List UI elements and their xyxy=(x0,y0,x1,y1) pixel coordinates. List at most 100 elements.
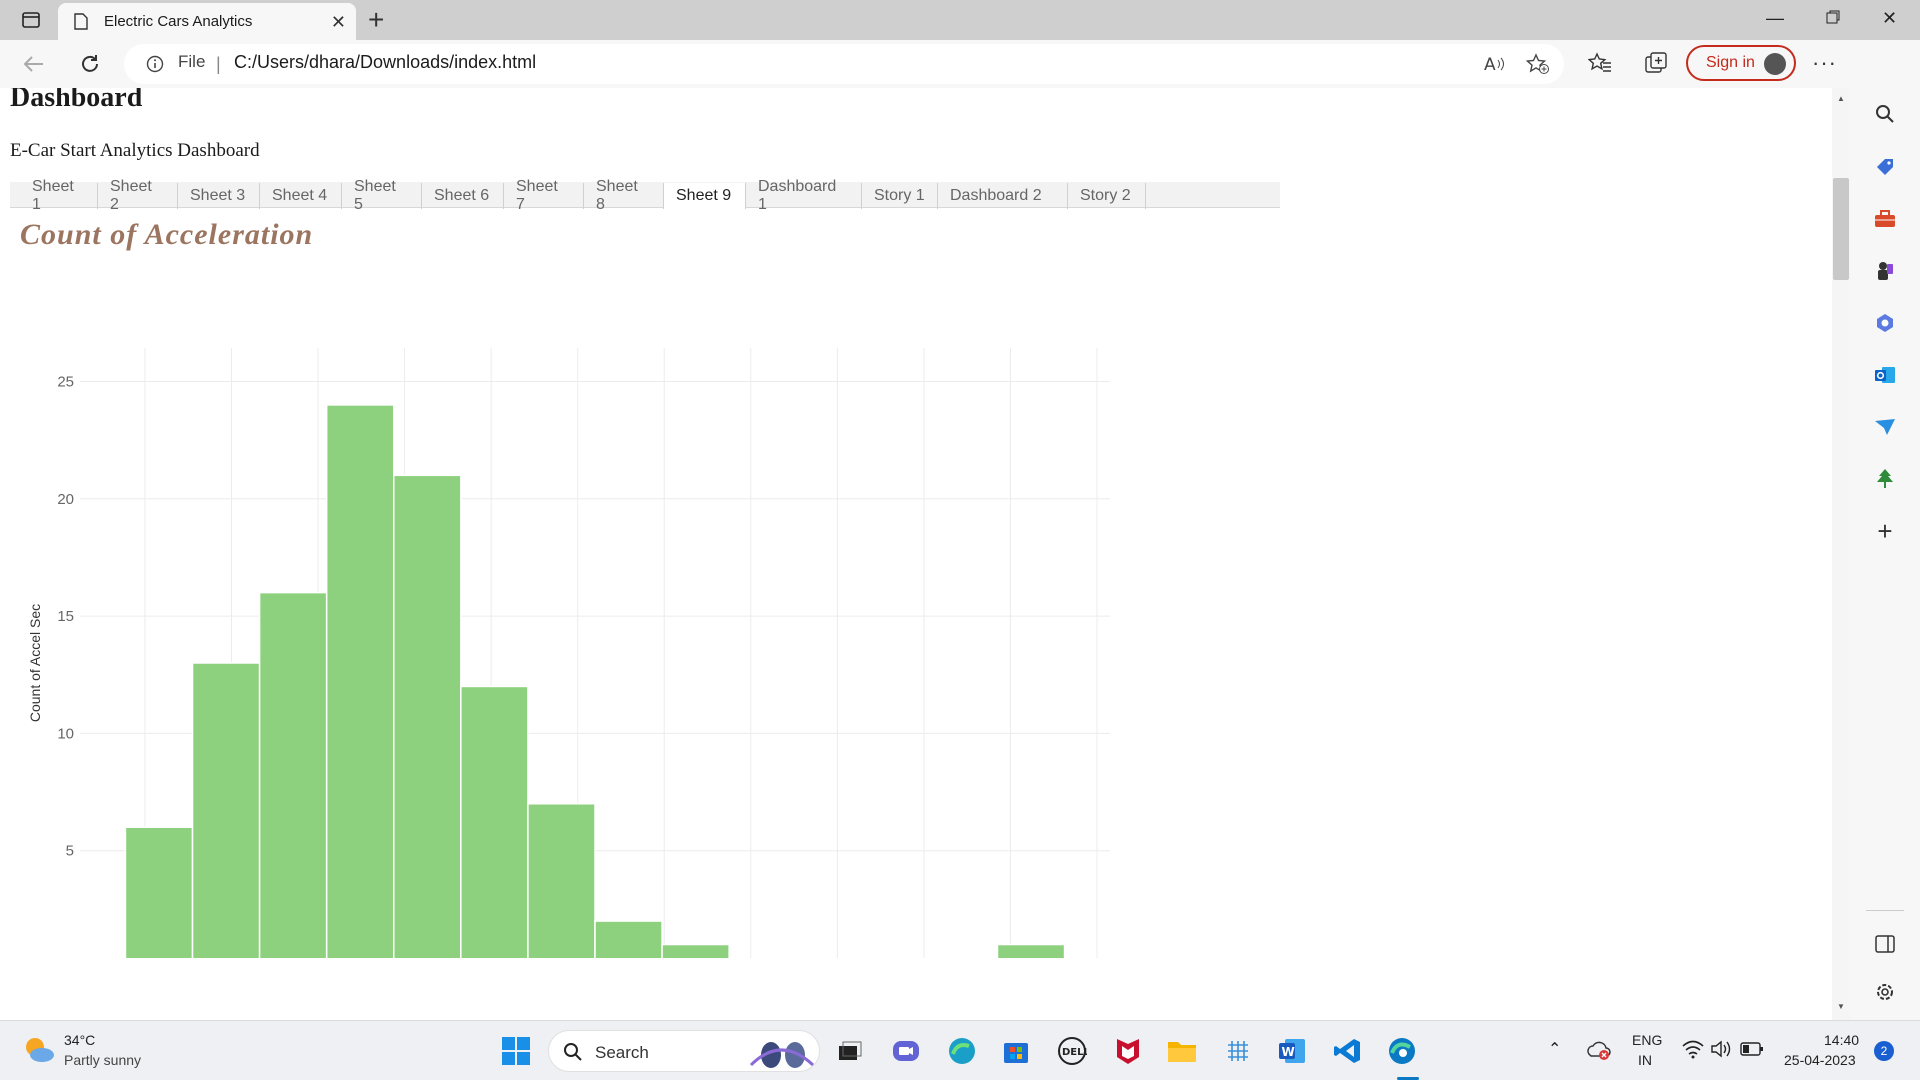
page-content: Dashboard E-Car Start Analytics Dashboar… xyxy=(0,88,1832,1020)
sheet-tab[interactable]: Story 2 xyxy=(1068,183,1146,209)
scroll-up-icon[interactable]: ▲ xyxy=(1837,94,1845,103)
teams-chat-icon[interactable] xyxy=(886,1031,926,1071)
weather-icon[interactable] xyxy=(22,1035,56,1070)
add-favorite-icon[interactable] xyxy=(1526,53,1550,75)
read-aloud-icon[interactable]: A xyxy=(1484,54,1506,74)
svg-text:DELL: DELL xyxy=(1062,1047,1087,1058)
sidebar-divider xyxy=(1866,910,1904,911)
sheet-tab[interactable]: Sheet 9 xyxy=(664,183,746,209)
new-tab-button[interactable]: + xyxy=(368,6,384,34)
histogram-bar xyxy=(124,826,194,958)
word-icon[interactable]: W xyxy=(1272,1031,1312,1071)
weather-desc[interactable]: Partly sunny xyxy=(64,1052,141,1068)
svg-text:W: W xyxy=(1282,1045,1295,1059)
close-window-icon[interactable]: ✕ xyxy=(1882,8,1897,29)
language-top[interactable]: ENG xyxy=(1632,1032,1662,1048)
page-icon xyxy=(74,13,88,30)
back-icon[interactable] xyxy=(20,50,48,78)
onedrive-icon[interactable] xyxy=(1586,1039,1612,1066)
chart-title: Count of Acceleration xyxy=(20,218,314,251)
edge-sidebar: + xyxy=(1850,40,1920,1020)
send-icon[interactable] xyxy=(1867,409,1903,445)
taskbar-search-icon xyxy=(564,1043,582,1061)
minimize-icon[interactable]: — xyxy=(1766,8,1784,29)
histogram-bar xyxy=(258,591,328,958)
shopping-icon[interactable] xyxy=(1867,149,1903,185)
histogram-chart: 051015202524681012141618202224Accel Sec … xyxy=(27,348,1110,958)
clock-time[interactable]: 14:40 xyxy=(1824,1032,1859,1048)
sheet-tab[interactable]: Sheet 4 xyxy=(260,183,342,209)
tree-icon[interactable] xyxy=(1867,461,1903,497)
info-icon[interactable] xyxy=(146,55,164,73)
address-prefix: File xyxy=(178,52,206,71)
sign-in-button[interactable]: Sign in xyxy=(1686,45,1796,81)
histogram-bar xyxy=(325,404,395,958)
edge-taskbar-icon[interactable] xyxy=(942,1031,982,1071)
refresh-icon[interactable] xyxy=(76,50,104,78)
scrollbar-thumb[interactable] xyxy=(1833,178,1849,280)
browser-tab[interactable]: Electric Cars Analytics ✕ xyxy=(58,3,356,40)
collections-icon[interactable] xyxy=(1645,52,1669,79)
sheet-tab[interactable]: Sheet 6 xyxy=(422,183,504,209)
sheet-tab[interactable]: Sheet 7 xyxy=(504,178,584,213)
sheet-tab[interactable]: Dashboard 1 xyxy=(746,178,862,213)
tab-title: Electric Cars Analytics xyxy=(104,13,253,30)
notification-badge[interactable]: 2 xyxy=(1874,1041,1894,1061)
store-icon[interactable] xyxy=(996,1031,1036,1071)
clock-date[interactable]: 25-04-2023 xyxy=(1784,1052,1856,1068)
histogram-bar xyxy=(527,803,596,958)
histogram-bar xyxy=(191,662,261,958)
histogram-bar xyxy=(594,920,663,958)
sheet-tab[interactable]: Dashboard 2 xyxy=(938,183,1068,209)
task-view-icon[interactable] xyxy=(830,1031,870,1071)
sheet-tab[interactable]: Sheet 8 xyxy=(584,178,664,213)
sheet-tab[interactable]: Sheet 3 xyxy=(178,183,260,209)
avatar xyxy=(1764,53,1786,75)
search-icon[interactable] xyxy=(1867,96,1903,132)
microsoft-365-icon[interactable] xyxy=(1867,305,1903,341)
taskbar-search[interactable]: Search xyxy=(548,1030,820,1072)
histogram-bar xyxy=(393,474,462,958)
dell-icon[interactable]: DELL xyxy=(1052,1031,1092,1071)
histogram-bar xyxy=(661,943,730,958)
edge-active-icon[interactable] xyxy=(1382,1031,1422,1071)
histogram-bar xyxy=(996,943,1066,958)
add-sidebar-icon[interactable]: + xyxy=(1867,513,1903,549)
volume-icon[interactable] xyxy=(1710,1039,1734,1064)
language-bottom[interactable]: IN xyxy=(1638,1052,1652,1068)
sheet-tab[interactable]: Sheet 5 xyxy=(342,178,422,213)
y-axis-label: Count of Accel Sec xyxy=(27,604,43,722)
taskbar: 34°C Partly sunny Search DELL W ⌃ ENG IN… xyxy=(0,1020,1920,1080)
snipping-tool-icon[interactable] xyxy=(1218,1031,1258,1071)
battery-icon[interactable] xyxy=(1740,1041,1764,1062)
close-tab-icon[interactable]: ✕ xyxy=(331,12,346,33)
histogram-bar xyxy=(460,685,529,958)
file-explorer-icon[interactable] xyxy=(1162,1031,1202,1071)
tab-actions-icon[interactable] xyxy=(14,8,48,32)
vscode-icon[interactable] xyxy=(1328,1031,1368,1071)
y-tick-label: 20 xyxy=(57,491,74,508)
outlook-icon[interactable] xyxy=(1867,357,1903,393)
mcafee-icon[interactable] xyxy=(1108,1031,1148,1071)
games-icon[interactable] xyxy=(1867,253,1903,289)
more-icon[interactable]: ··· xyxy=(1812,50,1837,76)
sign-in-label: Sign in xyxy=(1706,54,1755,71)
scroll-down-icon[interactable]: ▼ xyxy=(1837,1002,1845,1011)
url-text[interactable]: C:/Users/dhara/Downloads/index.html xyxy=(234,52,536,73)
weather-temp[interactable]: 34°C xyxy=(64,1032,95,1048)
restore-icon[interactable] xyxy=(1826,8,1840,29)
settings-icon[interactable] xyxy=(1867,974,1903,1010)
wifi-icon[interactable] xyxy=(1682,1039,1704,1064)
page-subtitle: E-Car Start Analytics Dashboard xyxy=(10,140,260,161)
y-tick-label: 5 xyxy=(66,843,74,860)
sheet-tab[interactable]: Sheet 1 xyxy=(20,178,98,213)
hide-sidebar-icon[interactable] xyxy=(1867,926,1903,962)
sheet-tab[interactable]: Sheet 2 xyxy=(98,178,178,213)
favorites-icon[interactable] xyxy=(1587,52,1612,79)
chevron-up-icon[interactable]: ⌃ xyxy=(1548,1039,1561,1059)
sheet-tab[interactable]: Story 1 xyxy=(862,183,938,209)
tools-icon[interactable] xyxy=(1867,201,1903,237)
search-highlight-icon xyxy=(749,1042,815,1068)
y-tick-label: 25 xyxy=(57,373,74,390)
start-icon[interactable] xyxy=(496,1031,536,1071)
